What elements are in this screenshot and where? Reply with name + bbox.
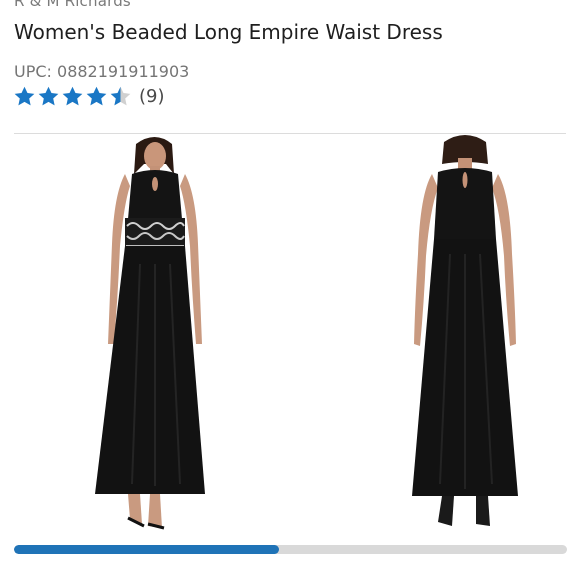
brand-name[interactable]: R & M Richards: [14, 0, 131, 10]
star-icon: [86, 86, 107, 105]
dress-front-image: [95, 137, 205, 530]
half-star-icon: [110, 86, 131, 105]
product-title: Women's Beaded Long Empire Waist Dress: [14, 20, 443, 44]
star-rating: [13, 85, 133, 108]
image-gallery[interactable]: [0, 134, 580, 534]
star-icon: [14, 86, 35, 105]
gallery-progress-bar[interactable]: [14, 545, 567, 554]
upc-code: UPC: 0882191911903: [14, 62, 190, 81]
product-page: R & M Richards Women's Beaded Long Empir…: [0, 0, 580, 580]
rating[interactable]: (9): [13, 82, 165, 110]
review-count[interactable]: (9): [139, 86, 165, 107]
star-icon: [38, 86, 59, 105]
gallery-progress-fill: [14, 545, 280, 554]
dress-back-image: [412, 135, 518, 526]
star-icon: [62, 86, 83, 105]
